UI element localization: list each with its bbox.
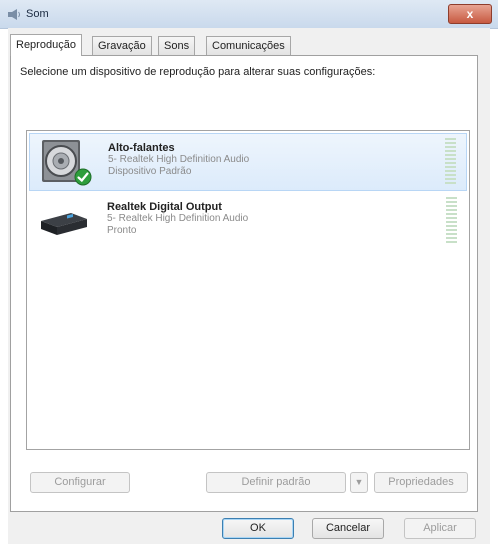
tab-sons[interactable]: Sons [158, 36, 196, 55]
button-label: Definir padrão [241, 476, 311, 488]
device-item-alto-falantes[interactable]: Alto-falantes 5- Realtek High Definition… [29, 133, 467, 191]
ok-button[interactable]: OK [222, 518, 294, 539]
tab-gravacao[interactable]: Gravação [92, 36, 152, 55]
tab-label: Comunicações [212, 40, 285, 52]
device-status: Pronto [107, 225, 137, 236]
cancel-button[interactable]: Cancelar [312, 518, 384, 539]
tab-label: Reprodução [16, 39, 76, 51]
tab-label: Sons [164, 40, 190, 52]
window-title: Som [26, 8, 49, 20]
set-default-dropdown-button[interactable]: ▼ [350, 472, 368, 493]
device-name: Alto-falantes [108, 142, 175, 154]
volume-meter [446, 197, 457, 245]
device-list[interactable]: Alto-falantes 5- Realtek High Definition… [26, 130, 470, 450]
device-status: Dispositivo Padrão [108, 166, 192, 177]
default-check-icon [74, 168, 92, 186]
close-icon: x [466, 7, 474, 21]
button-label: Aplicar [423, 522, 457, 534]
tab-reproducao[interactable]: Reprodução [10, 34, 82, 56]
configure-button[interactable]: Configurar [30, 472, 130, 493]
button-label: OK [250, 522, 266, 534]
button-label: Cancelar [325, 522, 371, 534]
device-driver: 5- Realtek High Definition Audio [108, 154, 250, 165]
volume-meter [445, 138, 456, 186]
apply-button[interactable]: Aplicar [404, 518, 476, 539]
title-bar: Som x [0, 0, 498, 29]
device-driver: 5- Realtek High Definition Audio [107, 213, 249, 224]
button-label: Configurar [54, 476, 106, 488]
button-label: Propriedades [388, 476, 454, 488]
device-name: Realtek Digital Output [107, 201, 222, 213]
tab-comunicacoes[interactable]: Comunicações [206, 36, 291, 55]
tab-label: Gravação [98, 40, 146, 52]
device-item-realtek-digital-output[interactable]: Realtek Digital Output 5- Realtek High D… [29, 193, 467, 251]
properties-button[interactable]: Propriedades [374, 472, 468, 493]
chevron-down-icon: ▼ [354, 477, 364, 487]
close-button[interactable]: x [448, 4, 492, 24]
instruction-text: Selecione um dispositivo de reprodução p… [20, 66, 376, 78]
set-default-button[interactable]: Definir padrão [206, 472, 346, 493]
digital-output-icon [41, 213, 87, 235]
speaker-app-icon [8, 9, 20, 20]
